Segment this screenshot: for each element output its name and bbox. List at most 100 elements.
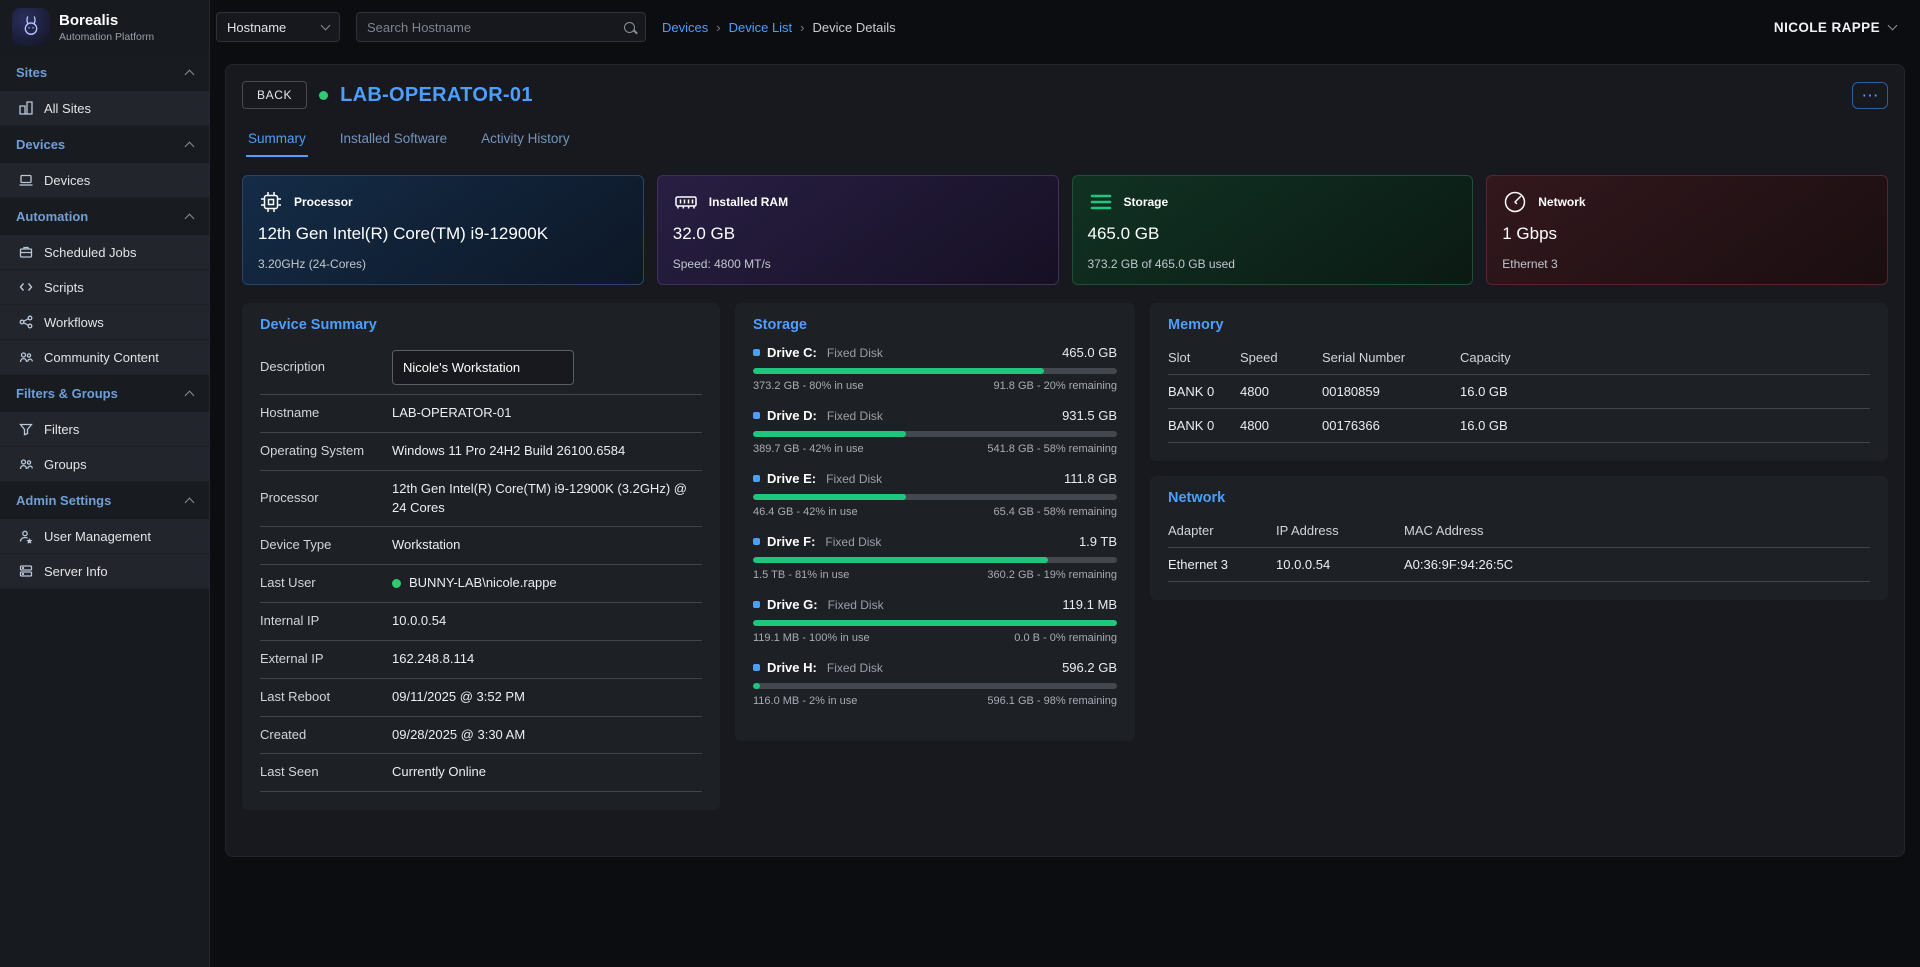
breadcrumb-device-list[interactable]: Device List xyxy=(729,20,793,35)
scripts-icon xyxy=(18,279,34,295)
sidebar-section-admin-settings[interactable]: Admin Settings xyxy=(0,482,209,519)
panel-title: Memory xyxy=(1168,317,1870,333)
summary-row-internal-ip: Internal IP 10.0.0.54 xyxy=(260,603,702,641)
description-input[interactable] xyxy=(392,350,574,385)
back-button[interactable]: BACK xyxy=(242,81,307,109)
app-root: Borealis Automation Platform Sites All S… xyxy=(0,0,1920,967)
sidebar-item-label: Filters xyxy=(44,422,79,437)
brand: Borealis Automation Platform xyxy=(0,0,209,54)
drive-row-e: Drive E: Fixed Disk 111.8 GB 46.4 GB - 4… xyxy=(753,471,1117,518)
summary-row-hostname: Hostname LAB-OPERATOR-01 xyxy=(260,395,702,433)
sidebar-item-scheduled-jobs[interactable]: Scheduled Jobs xyxy=(0,235,209,270)
sidebar-item-label: Groups xyxy=(44,457,87,472)
sidebar-item-devices[interactable]: Devices xyxy=(0,163,209,198)
drive-icon xyxy=(753,538,760,545)
card-footer: Ethernet 3 xyxy=(1502,257,1872,271)
card-title: Network xyxy=(1538,195,1585,209)
search-icon[interactable] xyxy=(624,22,635,33)
drive-row-f: Drive F: Fixed Disk 1.9 TB 1.5 TB - 81% … xyxy=(753,534,1117,581)
page-header: BACK LAB-OPERATOR-01 ⋯ xyxy=(242,81,1888,109)
sidebar-item-label: All Sites xyxy=(44,101,91,116)
sidebar-section-label: Devices xyxy=(16,137,65,152)
drive-remaining: 91.8 GB - 20% remaining xyxy=(993,380,1117,392)
panel-title: Network xyxy=(1168,490,1870,506)
card-footer: 373.2 GB of 465.0 GB used xyxy=(1088,257,1458,271)
card-value: 12th Gen Intel(R) Core(TM) i9-12900K xyxy=(258,224,628,244)
brand-subtitle: Automation Platform xyxy=(59,31,154,43)
sidebar-section-automation[interactable]: Automation xyxy=(0,198,209,235)
sidebar-item-user-management[interactable]: User Management xyxy=(0,519,209,554)
sidebar: Borealis Automation Platform Sites All S… xyxy=(0,0,210,967)
device-details-panel: BACK LAB-OPERATOR-01 ⋯ Summary Installed… xyxy=(225,64,1905,857)
brand-name: Borealis xyxy=(59,12,154,29)
summary-row-external-ip: External IP 162.248.8.114 xyxy=(260,641,702,679)
sidebar-item-label: Devices xyxy=(44,173,90,188)
sidebar-item-groups[interactable]: Groups xyxy=(0,447,209,482)
memory-table-header: Slot Speed Serial Number Capacity xyxy=(1168,341,1870,375)
sidebar-item-filters[interactable]: Filters xyxy=(0,412,209,447)
ram-icon xyxy=(673,189,699,215)
summary-row-created: Created 09/28/2025 @ 3:30 AM xyxy=(260,717,702,755)
sidebar-item-workflows[interactable]: Workflows xyxy=(0,305,209,340)
installed-ram-card: Installed RAM 32.0 GB Speed: 4800 MT/s xyxy=(657,175,1059,285)
content-area: BACK LAB-OPERATOR-01 ⋯ Summary Installed… xyxy=(210,54,1920,967)
filters-icon xyxy=(18,421,34,437)
breadcrumb-devices[interactable]: Devices xyxy=(662,20,708,35)
summary-row-processor: Processor 12th Gen Intel(R) Core(TM) i9-… xyxy=(260,471,702,528)
summary-row-description: Description xyxy=(260,341,702,395)
device-summary-panel: Device Summary Description Hostname LAB-… xyxy=(242,303,720,810)
storage-panel: Storage Drive C: Fixed Disk 465.0 GB 373… xyxy=(735,303,1135,741)
chevron-up-icon xyxy=(185,142,195,152)
drive-usage-bar xyxy=(753,620,1117,626)
main-column: Hostname Devices › Device List › Device … xyxy=(210,0,1920,967)
tab-summary[interactable]: Summary xyxy=(246,125,308,157)
drive-usage-bar xyxy=(753,431,1117,437)
devices-icon xyxy=(18,172,34,188)
drive-icon xyxy=(753,664,760,671)
drive-row-c: Drive C: Fixed Disk 465.0 GB 373.2 GB - … xyxy=(753,345,1117,392)
breadcrumb-device-details: Device Details xyxy=(813,20,896,35)
sidebar-section-sites[interactable]: Sites xyxy=(0,54,209,91)
network-icon xyxy=(1502,189,1528,215)
drive-icon xyxy=(753,412,760,419)
breadcrumb: Devices › Device List › Device Details xyxy=(662,20,896,35)
tab-activity-history[interactable]: Activity History xyxy=(479,125,572,157)
sidebar-section-label: Filters & Groups xyxy=(16,386,118,401)
breadcrumb-separator: › xyxy=(716,20,720,35)
summary-row-operating-system: Operating System Windows 11 Pro 24H2 Bui… xyxy=(260,433,702,471)
sidebar-item-scripts[interactable]: Scripts xyxy=(0,270,209,305)
workflows-icon xyxy=(18,314,34,330)
breadcrumb-separator: › xyxy=(800,20,804,35)
tab-installed-software[interactable]: Installed Software xyxy=(338,125,449,157)
panel-title: Storage xyxy=(753,317,1117,333)
card-value: 1 Gbps xyxy=(1502,224,1872,244)
user-management-icon xyxy=(18,528,34,544)
network-panel: Network Adapter IP Address MAC Address E… xyxy=(1150,476,1888,600)
sidebar-section-filters-groups[interactable]: Filters & Groups xyxy=(0,375,209,412)
drive-used: 116.0 MB - 2% in use xyxy=(753,695,857,707)
groups-icon xyxy=(18,456,34,472)
sidebar-item-server-info[interactable]: Server Info xyxy=(0,554,209,589)
network-table-row: Ethernet 3 10.0.0.54 A0:36:9F:94:26:5C xyxy=(1168,548,1870,582)
scheduled-jobs-icon xyxy=(18,244,34,260)
chevron-up-icon xyxy=(185,498,195,508)
sidebar-item-community-content[interactable]: Community Content xyxy=(0,340,209,375)
user-online-icon xyxy=(392,579,401,588)
sidebar-item-all-sites[interactable]: All Sites xyxy=(0,91,209,126)
drive-usage-bar xyxy=(753,683,1117,689)
chevron-up-icon xyxy=(185,70,195,80)
more-actions-button[interactable]: ⋯ xyxy=(1852,82,1888,109)
storage-card: Storage 465.0 GB 373.2 GB of 465.0 GB us… xyxy=(1072,175,1474,285)
user-menu[interactable]: NICOLE RAPPE xyxy=(1774,20,1896,35)
chevron-up-icon xyxy=(185,391,195,401)
sidebar-section-devices[interactable]: Devices xyxy=(0,126,209,163)
search-input[interactable] xyxy=(367,20,624,35)
row-label: Description xyxy=(260,359,392,376)
drive-row-g: Drive G: Fixed Disk 119.1 MB 119.1 MB - … xyxy=(753,597,1117,644)
memory-table-row: BANK 0 4800 00180859 16.0 GB xyxy=(1168,375,1870,409)
hostname-filter-dropdown[interactable]: Hostname xyxy=(216,12,340,42)
memory-panel: Memory Slot Speed Serial Number Capacity… xyxy=(1150,303,1888,461)
cpu-icon xyxy=(258,189,284,215)
sidebar-item-label: Scripts xyxy=(44,280,84,295)
drive-icon xyxy=(753,475,760,482)
